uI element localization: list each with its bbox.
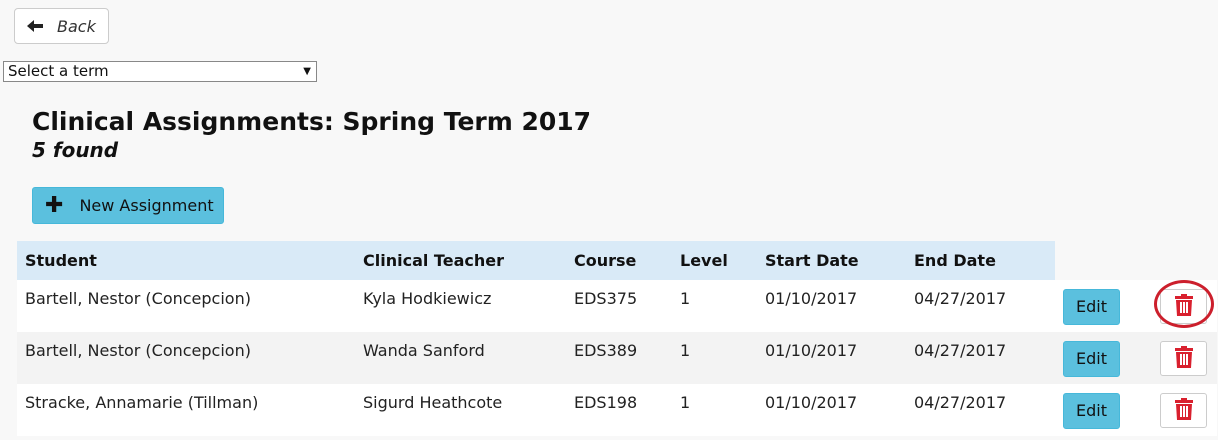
edit-button[interactable]: Edit bbox=[1063, 289, 1120, 325]
back-button[interactable]: Back bbox=[14, 8, 109, 44]
term-select-value: Select a term bbox=[8, 62, 109, 80]
cell-start-date: 01/10/2017 bbox=[765, 289, 858, 308]
cell-level: 1 bbox=[680, 341, 691, 360]
cell-start-date: 01/10/2017 bbox=[765, 341, 858, 360]
cell-course: EDS389 bbox=[574, 341, 638, 360]
cell-end-date: 04/27/2017 bbox=[914, 289, 1007, 308]
trash-icon bbox=[1174, 397, 1194, 424]
cell-student: Bartell, Nestor (Concepcion) bbox=[25, 341, 251, 360]
edit-button[interactable]: Edit bbox=[1063, 393, 1120, 429]
chevron-down-icon: ▼ bbox=[303, 66, 311, 77]
assignments-table: Student Clinical Teacher Course Level St… bbox=[17, 241, 1217, 436]
cell-clinical-teacher: Sigurd Heathcote bbox=[363, 393, 503, 412]
cell-start-date: 01/10/2017 bbox=[765, 393, 858, 412]
delete-button[interactable] bbox=[1160, 393, 1207, 428]
cell-clinical-teacher: Wanda Sanford bbox=[363, 341, 485, 360]
table-row: Stracke, Annamarie (Tillman) Sigurd Heat… bbox=[17, 384, 1217, 436]
edit-button[interactable]: Edit bbox=[1063, 341, 1120, 377]
column-header-course: Course bbox=[574, 251, 637, 270]
delete-button[interactable] bbox=[1160, 289, 1207, 324]
new-assignment-button[interactable]: ✚ New Assignment bbox=[32, 187, 224, 224]
term-select[interactable]: Select a term ▼ bbox=[3, 61, 317, 82]
cell-end-date: 04/27/2017 bbox=[914, 393, 1007, 412]
column-header-level: Level bbox=[680, 251, 728, 270]
cell-clinical-teacher: Kyla Hodkiewicz bbox=[363, 289, 492, 308]
cell-end-date: 04/27/2017 bbox=[914, 341, 1007, 360]
page-title: Clinical Assignments: Spring Term 2017 bbox=[32, 107, 592, 136]
trash-icon bbox=[1174, 345, 1194, 372]
column-header-student: Student bbox=[25, 251, 97, 270]
table-header: Student Clinical Teacher Course Level St… bbox=[17, 241, 1055, 280]
plus-icon: ✚ bbox=[45, 192, 64, 218]
cell-course: EDS375 bbox=[574, 289, 638, 308]
column-header-start-date: Start Date bbox=[765, 251, 859, 270]
new-assignment-label: New Assignment bbox=[79, 196, 214, 215]
delete-button[interactable] bbox=[1160, 341, 1207, 376]
arrow-left-icon bbox=[27, 20, 45, 32]
table-row: Bartell, Nestor (Concepcion) Wanda Sanfo… bbox=[17, 332, 1217, 384]
column-header-end-date: End Date bbox=[914, 251, 996, 270]
cell-level: 1 bbox=[680, 393, 691, 412]
cell-level: 1 bbox=[680, 289, 691, 308]
trash-icon bbox=[1174, 293, 1194, 320]
cell-student: Bartell, Nestor (Concepcion) bbox=[25, 289, 251, 308]
column-header-clinical-teacher: Clinical Teacher bbox=[363, 251, 504, 270]
result-count: 5 found bbox=[32, 138, 119, 162]
cell-student: Stracke, Annamarie (Tillman) bbox=[25, 393, 259, 412]
back-label: Back bbox=[57, 16, 96, 36]
cell-course: EDS198 bbox=[574, 393, 638, 412]
table-row: Bartell, Nestor (Concepcion) Kyla Hodkie… bbox=[17, 280, 1217, 332]
